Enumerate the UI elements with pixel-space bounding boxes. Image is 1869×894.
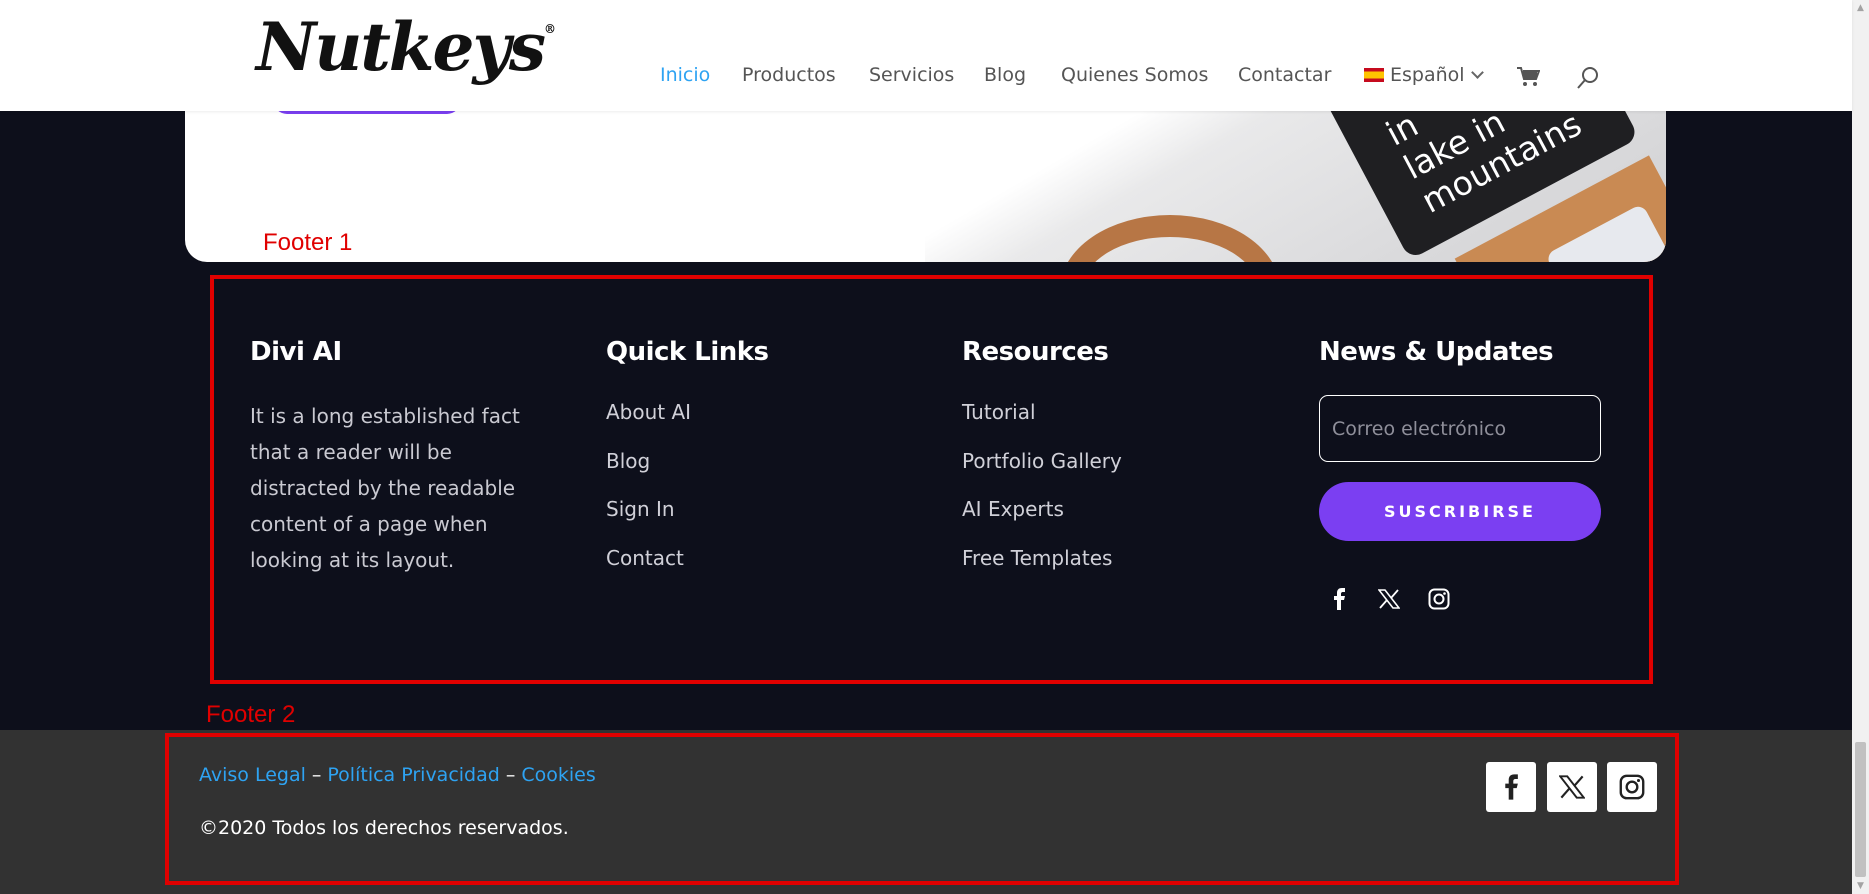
x-icon[interactable] [1375, 585, 1403, 613]
search-icon[interactable] [1576, 66, 1600, 90]
footer-about-text: It is a long established fact that a rea… [250, 404, 520, 572]
scroll-up-arrow-icon[interactable]: ▲ [1855, 2, 1866, 14]
footer-link-tutorial[interactable]: Tutorial [962, 398, 1122, 447]
footer-link-portfolio-gallery[interactable]: Portfolio Gallery [962, 447, 1122, 496]
footer-link-sign-in[interactable]: Sign In [606, 495, 691, 544]
scroll-down-arrow-icon[interactable]: ▼ [1855, 880, 1866, 892]
nav-item-blog[interactable]: Blog [984, 64, 1026, 86]
nav-item-productos[interactable]: Productos [742, 64, 836, 86]
cart-icon[interactable] [1516, 66, 1540, 88]
resources-list: Tutorial Portfolio Gallery AI Experts Fr… [962, 398, 1122, 592]
site-logo[interactable]: Nutkeys® [256, 14, 556, 80]
footer-col-title-quick-links: Quick Links [606, 337, 769, 367]
footer-col-title-resources: Resources [962, 337, 1109, 367]
link-politica-privacidad[interactable]: Política Privacidad [327, 764, 499, 786]
link-separator: – [505, 764, 516, 786]
site-header: Nutkeys® Inicio Productos Servicios Blog… [0, 0, 1852, 111]
nav-item-servicios[interactable]: Servicios [869, 64, 954, 86]
footer2-annotation-label: Footer 2 [206, 701, 296, 728]
spain-flag-icon [1364, 68, 1384, 82]
subscribe-button[interactable]: SUSCRIBIRSE [1319, 482, 1601, 541]
logo-registered-mark: ® [544, 22, 557, 36]
footer-link-contact[interactable]: Contact [606, 544, 691, 593]
footer-col-title-divi-ai: Divi AI [250, 337, 342, 367]
scrollbar-thumb[interactable] [1855, 742, 1866, 877]
instagram-icon[interactable] [1425, 585, 1453, 613]
nav-item-quienes-somos[interactable]: Quienes Somos [1061, 64, 1208, 86]
legal-links: Aviso Legal – Política Privacidad – Cookies [199, 764, 596, 786]
bottom-bar [0, 730, 1852, 894]
logo-text: Nutkeys [256, 8, 546, 86]
chevron-down-icon [1470, 66, 1484, 79]
bag-handle-image [1060, 215, 1280, 262]
footer-link-about-ai[interactable]: About AI [606, 398, 691, 447]
nav-item-inicio[interactable]: Inicio [660, 64, 710, 86]
newsletter-email-input[interactable] [1319, 395, 1601, 462]
footer-link-free-templates[interactable]: Free Templates [962, 544, 1122, 593]
copyright-text: ©2020 Todos los derechos reservados. [199, 817, 569, 839]
language-label: Español [1390, 64, 1465, 86]
instagram-icon[interactable] [1607, 762, 1657, 812]
x-icon[interactable] [1547, 762, 1597, 812]
quick-links-list: About AI Blog Sign In Contact [606, 398, 691, 592]
footer-col-title-news-updates: News & Updates [1319, 337, 1554, 367]
facebook-icon[interactable] [1486, 762, 1536, 812]
footer-link-ai-experts[interactable]: AI Experts [962, 495, 1122, 544]
footer1-annotation-label: Footer 1 [263, 229, 353, 256]
facebook-icon[interactable] [1325, 585, 1353, 613]
link-aviso-legal[interactable]: Aviso Legal [199, 764, 306, 786]
nav-item-contactar[interactable]: Contactar [1238, 64, 1331, 86]
language-switcher[interactable]: Español [1364, 64, 1484, 86]
link-cookies[interactable]: Cookies [521, 764, 595, 786]
link-separator: – [311, 764, 322, 786]
footer-link-blog[interactable]: Blog [606, 447, 691, 496]
